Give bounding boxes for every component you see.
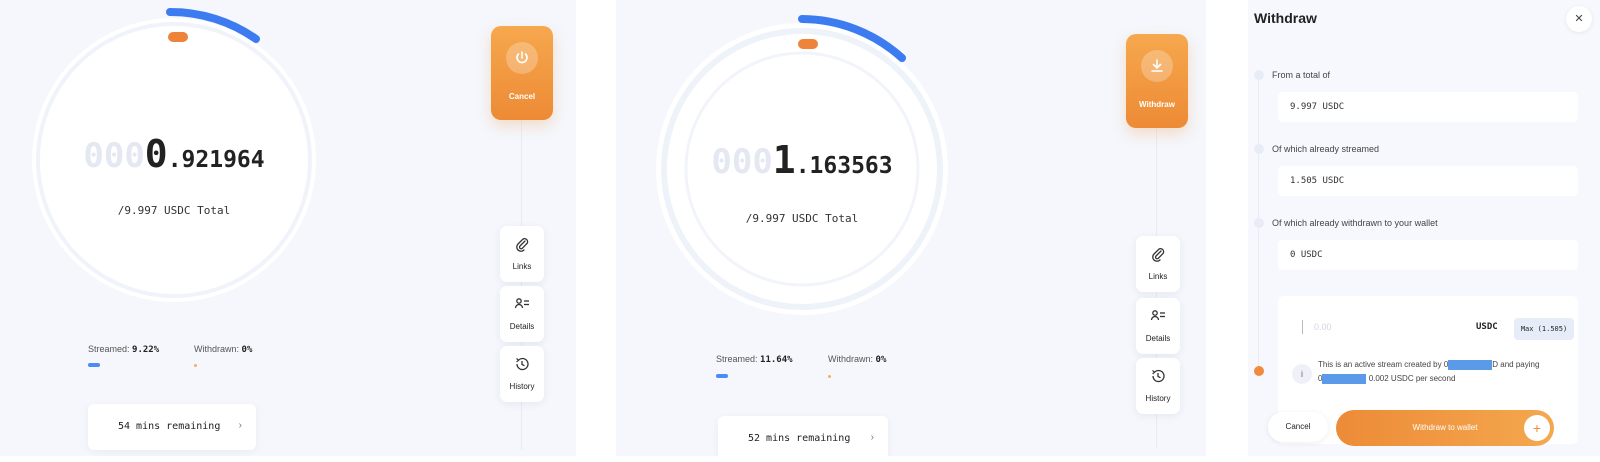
- details-button[interactable]: Details: [1136, 298, 1180, 354]
- links-label: Links: [512, 262, 532, 271]
- history-label: History: [1145, 394, 1171, 403]
- total-field: 9.997 USDC: [1278, 92, 1578, 122]
- withdrawn-stat: Withdrawn: 0%: [828, 354, 886, 365]
- streamed-value: 11.64%: [760, 355, 793, 365]
- withdrawn-value: 0 USDC: [1290, 250, 1323, 260]
- counter-leading-zeros: 000: [711, 142, 773, 182]
- withdrawn-label: Withdrawn:: [194, 344, 240, 354]
- withdraw-to-wallet-label: Withdraw to wallet: [1412, 423, 1478, 432]
- stream-info-text: This is an active stream created by 0 D a…: [1318, 358, 1572, 386]
- chevron-right-icon: ›: [238, 420, 242, 431]
- close-button[interactable]: ✕: [1566, 6, 1592, 32]
- streamed-field: 1.505 USDC: [1278, 166, 1578, 196]
- cancel-stream-label: Cancel: [508, 92, 536, 101]
- withdrawn-progress-bar: [194, 364, 197, 367]
- paperclip-icon: [1152, 248, 1165, 262]
- redacted-address: [1448, 359, 1493, 370]
- stream-total: /9.997 USDC Total: [117, 204, 231, 217]
- progress-handle: [168, 32, 188, 42]
- chevron-right-icon: ›: [870, 432, 874, 443]
- cancel-stream-button[interactable]: Cancel: [491, 26, 553, 120]
- stream-counter: 0000.921964: [28, 132, 320, 176]
- timeline-dot: [1254, 70, 1264, 80]
- withdraw-panel: Withdraw ✕ From a total of 9.997 USDC Of…: [1248, 0, 1600, 456]
- history-label: History: [509, 382, 535, 391]
- withdrawn-label: Of which already withdrawn to your walle…: [1272, 218, 1438, 228]
- stream-dial: 0000.921964 /9.997 USDC Total: [28, 0, 320, 312]
- redacted-address: [1322, 373, 1367, 384]
- details-label: Details: [1145, 334, 1171, 343]
- stream-panel-2: 0001.163563 /9.997 USDC Total Withdraw L…: [616, 0, 1206, 456]
- withdrawn-field: 0 USDC: [1278, 240, 1578, 270]
- info-text-part1: This is an active stream created by 0: [1318, 360, 1449, 369]
- streamed-progress-bar: [716, 374, 728, 378]
- streamed-progress-bar: [88, 363, 100, 367]
- counter-leading-zeros: 000: [83, 136, 145, 176]
- amount-placeholder: 0.00: [1314, 322, 1332, 332]
- streamed-stat: Streamed: 11.64%: [716, 354, 793, 365]
- info-text-part4: 0.002 USDC per second: [1368, 374, 1456, 383]
- history-icon: [516, 357, 529, 371]
- history-button[interactable]: History: [500, 346, 544, 402]
- text-cursor: [1302, 320, 1303, 334]
- withdrawn-progress-bar: [828, 375, 831, 378]
- power-icon: [506, 42, 538, 74]
- stream-panel-1: 0000.921964 /9.997 USDC Total Cancel Lin…: [0, 0, 576, 456]
- time-remaining-text: 52 mins remaining: [748, 433, 851, 444]
- paperclip-icon: [516, 238, 529, 252]
- amount-input[interactable]: 0.00 USDC Max (1.505): [1292, 310, 1574, 346]
- streamed-label: Streamed:: [88, 344, 130, 354]
- total-label: From a total of: [1272, 70, 1331, 80]
- history-button[interactable]: History: [1136, 358, 1180, 414]
- info-text-part2: D and paying: [1492, 360, 1540, 369]
- details-label: Details: [509, 322, 535, 331]
- progress-handle: [798, 39, 818, 49]
- stream-dial: 0001.163563 /9.997 USDC Total: [652, 4, 952, 324]
- download-icon: [1141, 50, 1173, 82]
- stream-counter: 0001.163563: [652, 138, 952, 182]
- currency-label: USDC: [1476, 322, 1498, 332]
- details-icon: [514, 298, 529, 309]
- withdrawn-value: 0%: [875, 355, 887, 365]
- timeline-dot: [1254, 144, 1264, 154]
- withdraw-action-button[interactable]: Withdraw: [1126, 34, 1188, 128]
- streamed-label: Streamed:: [716, 354, 758, 364]
- total-value: 9.997 USDC: [1290, 102, 1345, 112]
- timeline-dot-active: [1254, 366, 1264, 376]
- details-button[interactable]: Details: [500, 286, 544, 342]
- counter-decimal: .163563: [795, 153, 893, 179]
- close-icon: ✕: [1574, 13, 1584, 25]
- links-button[interactable]: Links: [1136, 236, 1180, 292]
- time-remaining-text: 54 mins remaining: [118, 421, 221, 432]
- withdrawn-label: Withdrawn:: [828, 354, 874, 364]
- counter-decimal: .921964: [167, 147, 265, 173]
- streamed-value: 1.505 USDC: [1290, 176, 1345, 186]
- streamed-stat: Streamed: 9.22%: [88, 344, 159, 355]
- links-button[interactable]: Links: [500, 226, 544, 282]
- withdraw-action-label: Withdraw: [1139, 100, 1175, 109]
- withdrawn-stat: Withdrawn: 0%: [194, 344, 252, 355]
- plus-icon: +: [1524, 415, 1550, 441]
- max-button[interactable]: Max (1.505): [1514, 318, 1574, 340]
- cancel-button[interactable]: Cancel: [1268, 412, 1328, 442]
- counter-whole: 1: [772, 138, 796, 182]
- info-icon: i: [1292, 364, 1312, 384]
- counter-whole: 0: [144, 132, 168, 176]
- time-remaining-pill[interactable]: 52 mins remaining ›: [718, 416, 888, 456]
- time-remaining-pill[interactable]: 54 mins remaining ›: [88, 404, 256, 450]
- timeline-dot: [1254, 218, 1264, 228]
- screenshot-root: 0000.921964 /9.997 USDC Total Cancel Lin…: [0, 0, 1600, 462]
- history-icon: [1152, 369, 1165, 383]
- streamed-value: 9.22%: [132, 345, 160, 355]
- withdrawn-value: 0%: [241, 345, 253, 355]
- withdraw-to-wallet-button[interactable]: Withdraw to wallet +: [1336, 410, 1554, 446]
- streamed-label: Of which already streamed: [1272, 144, 1380, 154]
- details-icon: [1150, 310, 1165, 321]
- links-label: Links: [1148, 272, 1168, 281]
- withdraw-title: Withdraw: [1254, 10, 1317, 26]
- stream-total: /9.997 USDC Total: [745, 212, 859, 225]
